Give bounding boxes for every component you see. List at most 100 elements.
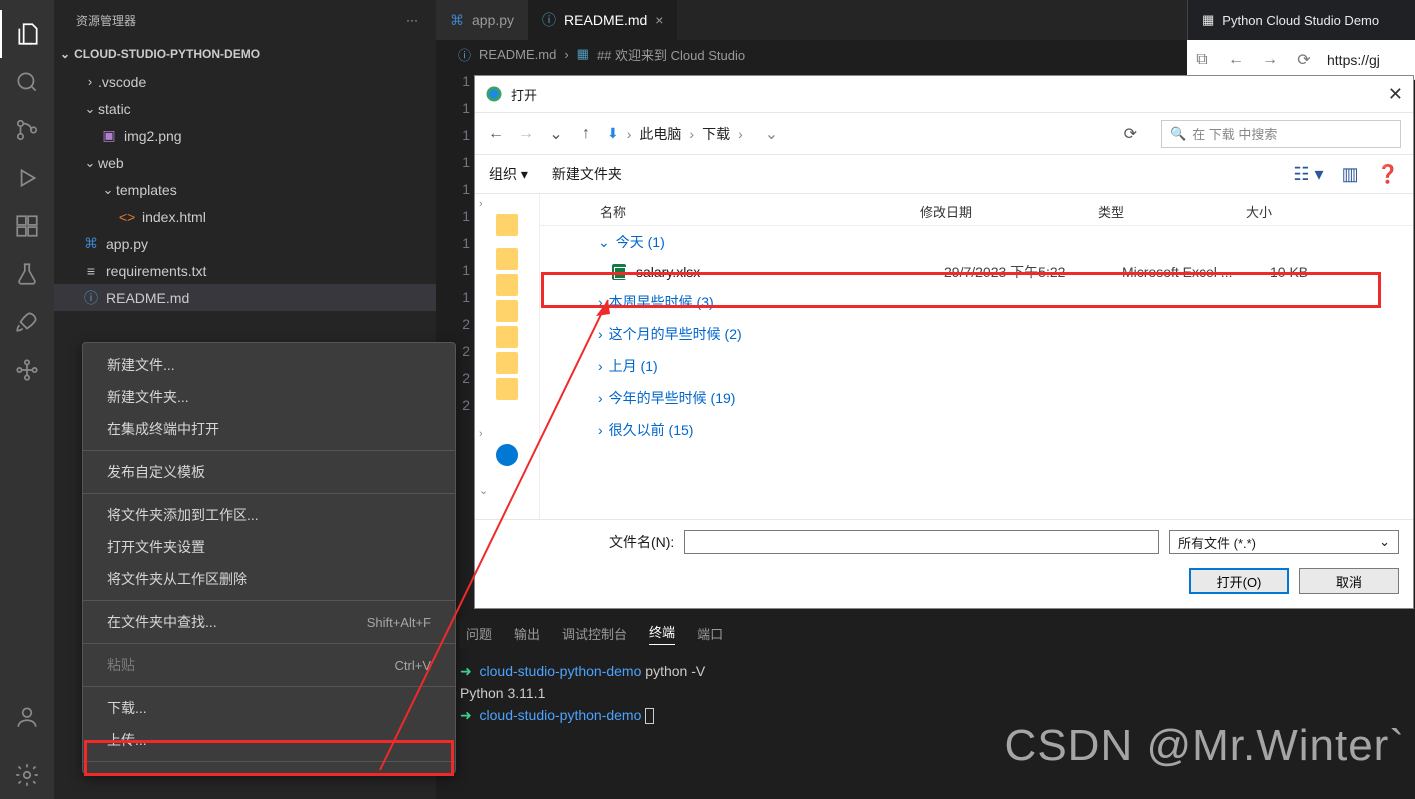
help-icon[interactable]: ❓	[1377, 164, 1399, 185]
organize-menu[interactable]: 组织 ▾	[489, 164, 528, 184]
group-month[interactable]: ›这个月的早些时候 (2)	[540, 318, 1413, 350]
col-date[interactable]: 修改日期	[920, 202, 1098, 221]
ctx-download[interactable]: 下载...	[83, 692, 455, 724]
settings-gear-icon[interactable]	[0, 751, 54, 799]
tree-file-apppy[interactable]: ⌘app.py	[54, 230, 436, 257]
close-icon[interactable]: ✕	[1388, 84, 1403, 105]
tab-readme[interactable]: ⓘREADME.md×	[528, 0, 677, 40]
tree-folder-vscode[interactable]: ›.vscode	[54, 68, 436, 95]
folder-icon[interactable]	[496, 300, 518, 322]
ctx-publish-template[interactable]: 发布自定义模板	[83, 456, 455, 488]
folder-icon[interactable]	[496, 214, 518, 236]
more-icon[interactable]: ···	[406, 13, 418, 27]
group-today[interactable]: ⌄今天 (1)	[540, 226, 1413, 258]
rocket-icon[interactable]	[0, 298, 54, 346]
path-dropdown-icon[interactable]: ⌄	[755, 124, 788, 144]
nav-back-icon[interactable]: ←	[487, 125, 505, 143]
filename-input[interactable]	[684, 530, 1159, 554]
run-debug-icon[interactable]	[0, 154, 54, 202]
chevron-right-icon: ›	[598, 390, 603, 406]
ctx-find-in-folder[interactable]: 在文件夹中查找...Shift+Alt+F	[83, 606, 455, 638]
nav-up-icon[interactable]: ↑	[577, 125, 595, 143]
ctx-upload[interactable]: 上传...	[83, 724, 455, 756]
onedrive-icon[interactable]	[496, 444, 518, 466]
ctx-folder-settings[interactable]: 打开文件夹设置	[83, 531, 455, 563]
open-button[interactable]: 打开(O)	[1189, 568, 1289, 594]
breadcrumb-file[interactable]: README.md	[479, 47, 556, 62]
filetype-combo[interactable]: 所有文件 (*.*)⌄	[1169, 530, 1399, 554]
html-icon: <>	[118, 209, 136, 225]
tree-file-img2[interactable]: ▣img2.png	[54, 122, 436, 149]
tree-folder-static[interactable]: ⌄static	[54, 95, 436, 122]
separator	[83, 643, 455, 644]
view-icon[interactable]: ☷ ▾	[1293, 164, 1323, 185]
python-icon: ⌘	[450, 12, 464, 29]
ctx-add-to-workspace[interactable]: 将文件夹添加到工作区...	[83, 499, 455, 531]
chevron-down-icon[interactable]: ⌄	[547, 124, 565, 144]
panel-problems[interactable]: 问题	[466, 624, 492, 643]
refresh-icon[interactable]: ⟳	[1124, 124, 1137, 144]
chevron-down-icon: ⌄	[598, 234, 610, 251]
path-thispc[interactable]: 此电脑	[639, 124, 681, 144]
beaker-icon[interactable]	[0, 250, 54, 298]
preview-pane-icon[interactable]: ▥	[1342, 164, 1359, 185]
group-week[interactable]: ›本周早些时候 (3)	[540, 286, 1413, 318]
popout-icon[interactable]: ⧉	[1191, 49, 1213, 71]
close-icon[interactable]: ×	[655, 12, 663, 28]
col-name[interactable]: 名称	[600, 202, 920, 221]
account-icon[interactable]	[0, 693, 54, 741]
sidebar-title: 资源管理器	[76, 12, 136, 29]
refresh-icon[interactable]: ⟳	[1293, 49, 1315, 71]
folder-icon[interactable]	[496, 326, 518, 348]
col-type[interactable]: 类型	[1098, 202, 1246, 221]
forward-icon[interactable]: →	[1259, 49, 1281, 71]
graph-icon[interactable]	[0, 346, 54, 394]
project-header[interactable]: ⌄ CLOUD-STUDIO-PYTHON-DEMO	[54, 40, 436, 68]
path-downloads[interactable]: 下载	[702, 124, 730, 144]
markdown-icon: ▦	[577, 46, 589, 62]
folder-icon[interactable]	[496, 274, 518, 296]
search-icon[interactable]	[0, 58, 54, 106]
ctx-open-terminal[interactable]: 在集成终端中打开	[83, 413, 455, 445]
browser-tab[interactable]: ▦ Python Cloud Studio Demo	[1187, 0, 1415, 40]
panel-debug[interactable]: 调试控制台	[562, 624, 627, 643]
cancel-button[interactable]: 取消	[1299, 568, 1399, 594]
folder-icon[interactable]	[496, 248, 518, 270]
tree-folder-templates[interactable]: ⌄templates	[54, 176, 436, 203]
group-year[interactable]: ›今年的早些时候 (19)	[540, 382, 1413, 414]
folder-icon[interactable]	[496, 378, 518, 400]
new-folder-button[interactable]: 新建文件夹	[552, 164, 622, 184]
panel-output[interactable]: 输出	[514, 624, 540, 643]
back-icon[interactable]: ←	[1225, 49, 1247, 71]
nav-forward-icon[interactable]: →	[517, 125, 535, 143]
nav-pane[interactable]: › › ⌄	[475, 194, 540, 519]
context-menu: 新建文件... 新建文件夹... 在集成终端中打开 发布自定义模板 将文件夹添加…	[82, 342, 456, 774]
tree-file-readme[interactable]: ⓘREADME.md	[54, 284, 436, 311]
tree-file-requirements[interactable]: ≡requirements.txt	[54, 257, 436, 284]
tree-file-index[interactable]: <>index.html	[54, 203, 436, 230]
extensions-icon[interactable]	[0, 202, 54, 250]
url-field[interactable]: https://gj	[1327, 52, 1380, 68]
files-icon[interactable]	[0, 10, 54, 58]
excel-icon	[612, 264, 626, 280]
chevron-right-icon: ›	[475, 198, 483, 210]
group-long[interactable]: ›很久以前 (15)	[540, 414, 1413, 446]
tree-folder-web[interactable]: ⌄web	[54, 149, 436, 176]
group-lastmonth[interactable]: ›上月 (1)	[540, 350, 1413, 382]
search-input[interactable]: 🔍 在 下载 中搜索	[1161, 120, 1401, 148]
folder-icon[interactable]	[496, 352, 518, 374]
panel-terminal[interactable]: 终端	[649, 622, 675, 645]
breadcrumb-heading[interactable]: ## 欢迎来到 Cloud Studio	[597, 45, 745, 64]
col-size[interactable]: 大小	[1246, 202, 1413, 221]
site-icon: ▦	[1202, 12, 1214, 28]
panel-ports[interactable]: 端口	[697, 624, 723, 643]
separator	[83, 600, 455, 601]
info-icon: ⓘ	[458, 45, 471, 64]
ctx-new-folder[interactable]: 新建文件夹...	[83, 381, 455, 413]
source-control-icon[interactable]	[0, 106, 54, 154]
file-row-salary[interactable]: salary.xlsx 29/7/2023 下午5:22 Microsoft E…	[540, 258, 1413, 286]
chevron-right-icon: ›	[82, 74, 98, 89]
tab-app-py[interactable]: ⌘app.py	[436, 0, 528, 40]
ctx-new-file[interactable]: 新建文件...	[83, 349, 455, 381]
ctx-remove-from-workspace[interactable]: 将文件夹从工作区删除	[83, 563, 455, 595]
